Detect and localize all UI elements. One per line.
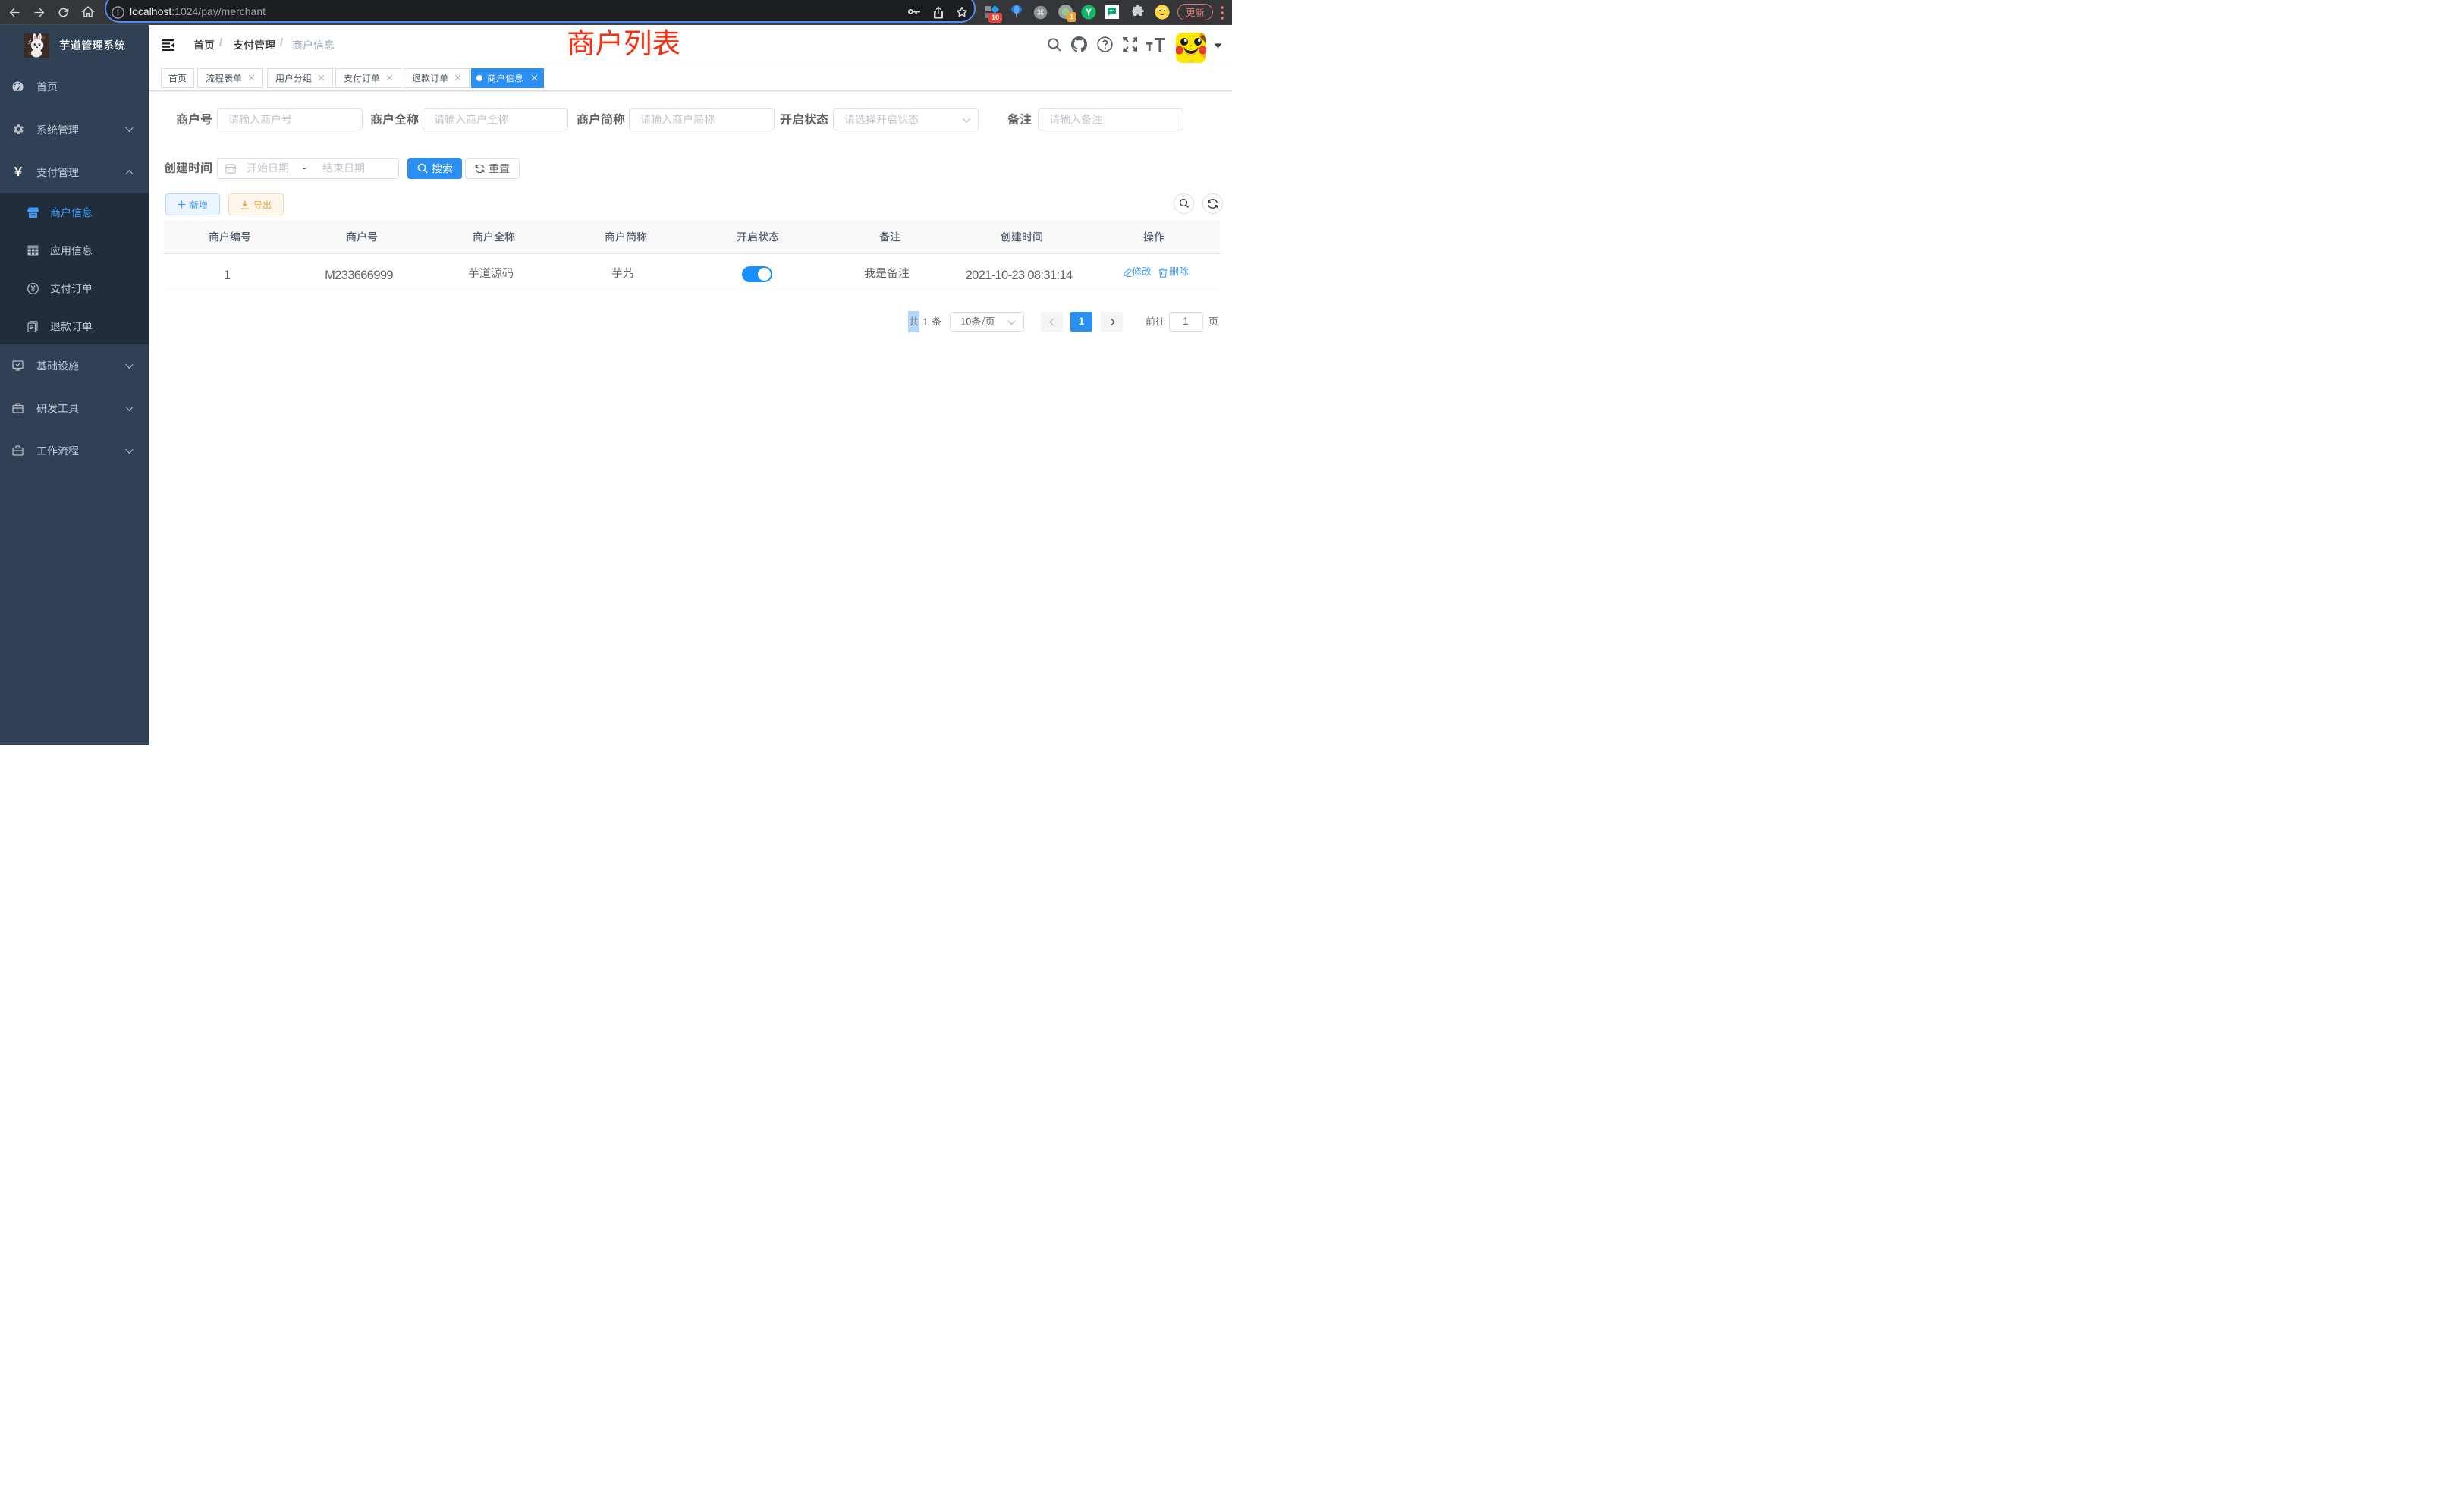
svg-text:⌘: ⌘ [1036,8,1045,17]
